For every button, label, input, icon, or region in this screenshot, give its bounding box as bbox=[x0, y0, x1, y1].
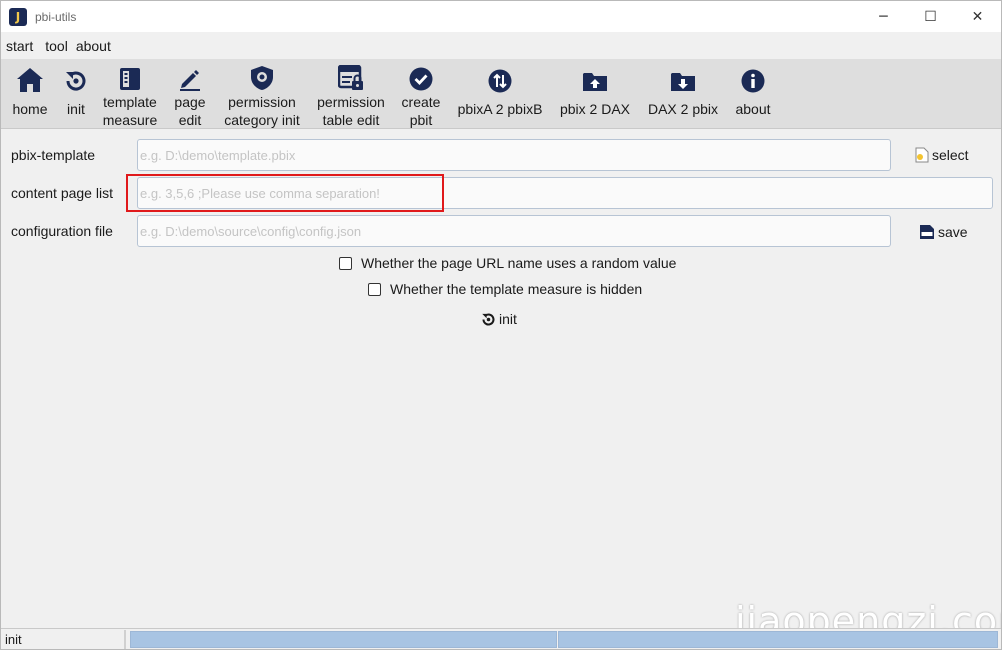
toolbar-button-home[interactable]: home bbox=[7, 59, 53, 129]
toolbar-label: init bbox=[67, 101, 85, 117]
toolbar-label: page bbox=[174, 94, 206, 110]
toolbar-button-create-pbit[interactable]: create pbit bbox=[399, 59, 443, 129]
refresh-icon bbox=[481, 312, 496, 327]
toolbar-label: permission bbox=[228, 94, 296, 110]
select-button-label: select bbox=[932, 147, 969, 163]
save-button[interactable]: save bbox=[919, 220, 968, 244]
pen-icon bbox=[178, 67, 202, 91]
random-url-checkbox[interactable] bbox=[339, 256, 352, 270]
status-bar: init bbox=[1, 628, 1001, 649]
toolbar-button-permission-table-edit[interactable]: permission table edit bbox=[315, 59, 387, 129]
toolbar-label-line2: category init bbox=[224, 112, 300, 128]
toolbar-button-dax-2-pbix[interactable]: DAX 2 pbix bbox=[645, 59, 721, 129]
toolbar-label: create bbox=[401, 94, 441, 110]
refresh-icon bbox=[64, 69, 88, 93]
content-page-list-input[interactable] bbox=[137, 177, 993, 209]
window-controls: ─ ☐ ✕ bbox=[860, 1, 1001, 32]
toolbar-label: pbix 2 DAX bbox=[559, 101, 631, 117]
configuration-file-label: configuration file bbox=[11, 223, 113, 239]
pbix-template-label: pbix-template bbox=[11, 147, 96, 163]
toolbar-label-line2: table edit bbox=[322, 112, 380, 128]
shield-gear-icon bbox=[250, 65, 274, 91]
info-circle-icon bbox=[741, 69, 765, 93]
menu-about[interactable]: about bbox=[71, 38, 114, 54]
toolbar-label: pbixA 2 pbixB bbox=[457, 101, 543, 117]
toolbar-button-pbix-2-dax[interactable]: pbix 2 DAX bbox=[557, 59, 633, 129]
title-bar[interactable]: J pbi-utils ─ ☐ ✕ bbox=[1, 1, 1001, 32]
measure-hidden-checkbox-row[interactable]: Whether the template measure is hidden bbox=[368, 281, 642, 297]
select-button[interactable]: select bbox=[915, 143, 969, 167]
toolbar-button-about[interactable]: about bbox=[731, 59, 775, 129]
toolbar-label: permission bbox=[317, 94, 385, 110]
init-button-label: init bbox=[499, 311, 517, 327]
toolbar-label: DAX 2 pbix bbox=[647, 101, 719, 117]
status-text: init bbox=[5, 632, 22, 647]
toolbar: home init template measure page edit per… bbox=[1, 59, 1001, 129]
file-icon bbox=[915, 147, 929, 163]
toolbar-button-page-edit[interactable]: page edit bbox=[171, 59, 209, 129]
progress-bar bbox=[130, 631, 557, 648]
house-icon bbox=[16, 67, 44, 93]
toolbar-button-permission-category-init[interactable]: permission category init bbox=[221, 59, 303, 129]
pbix-template-input[interactable] bbox=[137, 139, 891, 171]
folder-upload-icon bbox=[582, 71, 608, 93]
random-url-checkbox-row[interactable]: Whether the page URL name uses a random … bbox=[339, 255, 676, 271]
measure-hidden-checkbox-label: Whether the template measure is hidden bbox=[390, 281, 643, 297]
toolbar-label-line2: pbit bbox=[409, 112, 433, 128]
maximize-button[interactable]: ☐ bbox=[907, 1, 954, 32]
close-button[interactable]: ✕ bbox=[954, 1, 1001, 32]
toolbar-label: home bbox=[12, 101, 48, 117]
toolbar-label-line2: edit bbox=[178, 112, 202, 128]
configuration-file-input[interactable] bbox=[137, 215, 891, 247]
menu-tool[interactable]: tool bbox=[40, 38, 71, 54]
check-circle-icon bbox=[409, 67, 433, 91]
swap-circle-icon bbox=[488, 69, 512, 93]
menu-start[interactable]: start bbox=[1, 38, 36, 54]
json-file-icon bbox=[919, 224, 935, 240]
random-url-checkbox-label: Whether the page URL name uses a random … bbox=[361, 255, 677, 271]
document-list-icon bbox=[119, 67, 141, 91]
folder-download-icon bbox=[670, 71, 696, 93]
save-button-label: save bbox=[938, 224, 968, 240]
window-title: pbi-utils bbox=[35, 9, 77, 24]
app-window: J pbi-utils ─ ☐ ✕ start tool about home … bbox=[0, 0, 1002, 650]
app-logo-icon: J bbox=[9, 7, 27, 26]
status-panel bbox=[558, 631, 998, 648]
measure-hidden-checkbox[interactable] bbox=[368, 282, 381, 296]
toolbar-label-line2: measure bbox=[102, 112, 158, 128]
toolbar-button-template-measure[interactable]: template measure bbox=[101, 59, 159, 129]
toolbar-button-init[interactable]: init bbox=[61, 59, 91, 129]
minimize-button[interactable]: ─ bbox=[860, 1, 907, 32]
table-lock-icon bbox=[338, 65, 364, 91]
content-page-list-label: content page list bbox=[11, 185, 113, 201]
toolbar-label: template bbox=[103, 94, 157, 110]
init-button[interactable]: init bbox=[481, 311, 517, 327]
status-separator bbox=[124, 630, 126, 649]
toolbar-button-pbixa-2-pbixb[interactable]: pbixA 2 pbixB bbox=[455, 59, 545, 129]
menu-bar: start tool about bbox=[1, 35, 114, 57]
toolbar-label: about bbox=[735, 101, 771, 117]
